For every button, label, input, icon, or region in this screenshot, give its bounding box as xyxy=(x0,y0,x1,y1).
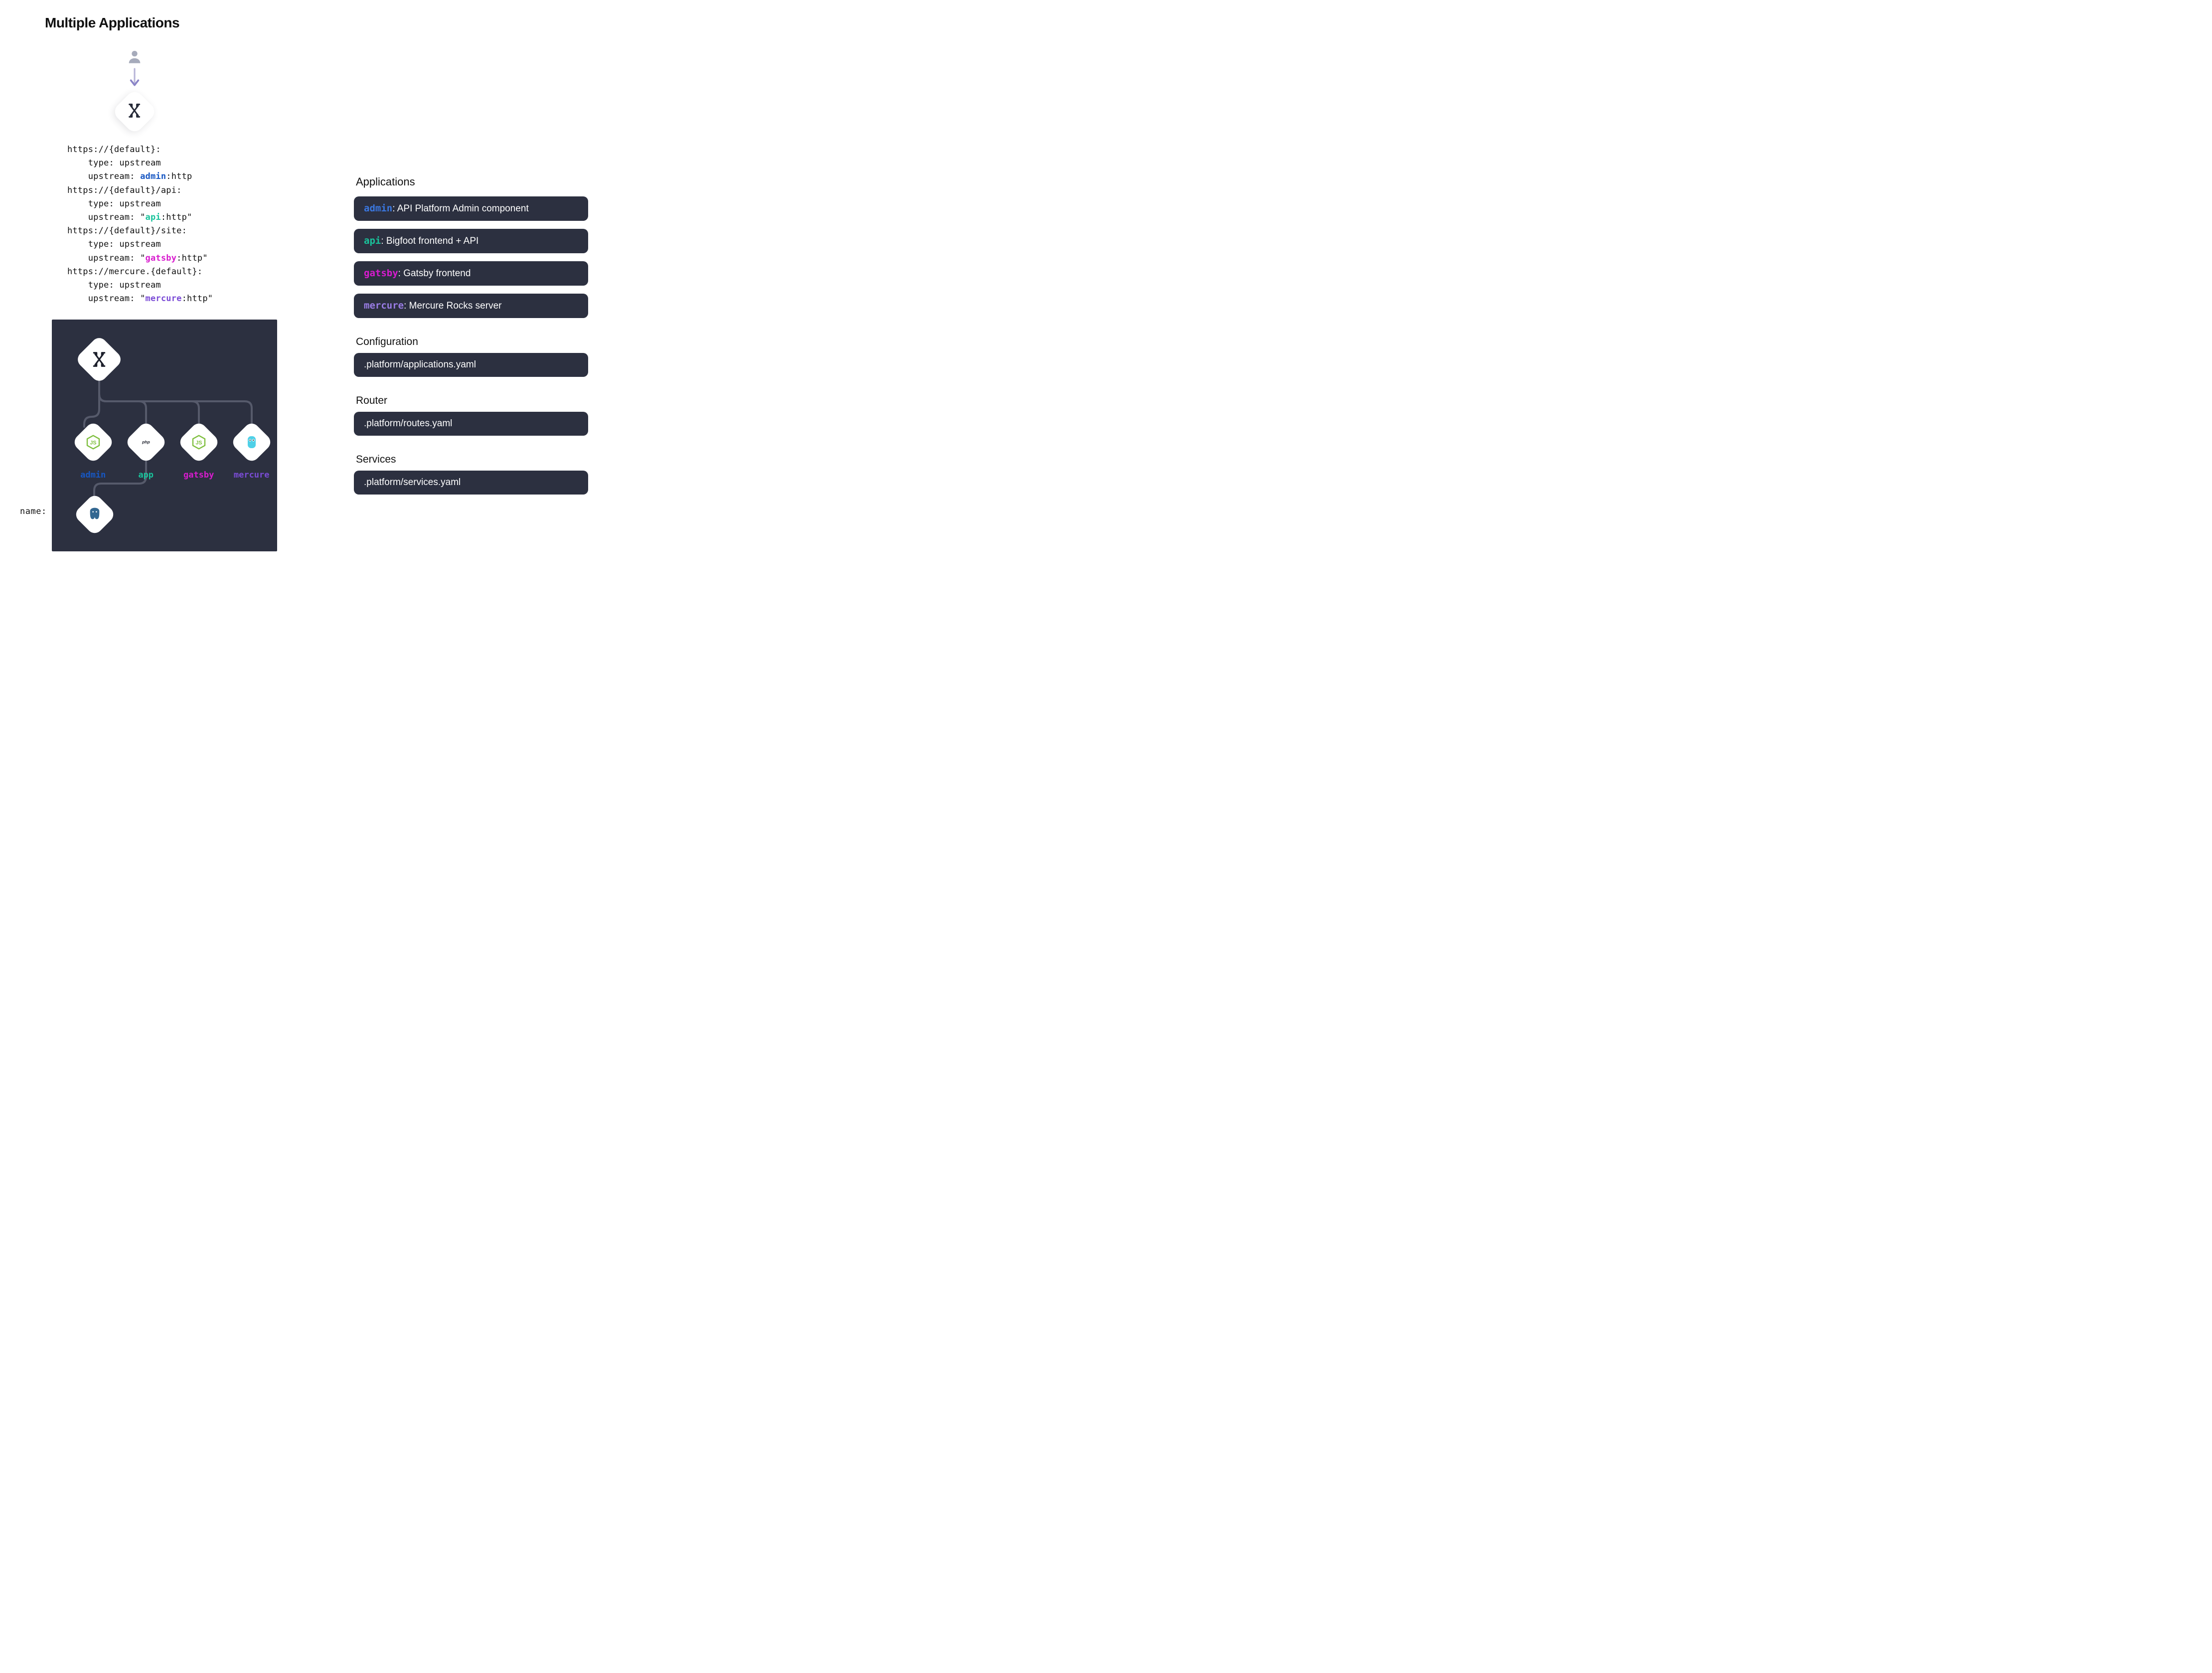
nodejs-icon: JS xyxy=(85,434,101,450)
right-column: Applications admin: API Platform Admin c… xyxy=(354,48,588,551)
svg-text:JS: JS xyxy=(195,440,202,446)
name-column-label: name: xyxy=(20,354,47,516)
app-card-gatsby: gatsby: Gatsby frontend xyxy=(354,261,588,286)
configuration-file: .platform/applications.yaml xyxy=(354,353,588,377)
services-heading: Services xyxy=(356,454,588,466)
user-icon xyxy=(126,48,143,68)
postgresql-icon xyxy=(87,506,103,522)
topology-label-admin: admin xyxy=(71,470,116,480)
routes-yaml-snippet: https://{default}: type: upstream upstre… xyxy=(67,143,289,306)
app-card-api: api: Bigfoot frontend + API xyxy=(354,229,588,253)
left-column: https://{default}: type: upstream upstre… xyxy=(20,48,289,551)
topology-label-mercure: mercure xyxy=(229,470,274,480)
router-icon xyxy=(111,88,158,135)
topology-label-app: app xyxy=(124,470,168,480)
nodejs-icon: JS xyxy=(191,434,207,450)
applications-heading: Applications xyxy=(356,175,588,188)
configuration-heading: Configuration xyxy=(356,336,588,348)
php-icon: php xyxy=(138,434,154,450)
app-card-mercure: mercure: Mercure Rocks server xyxy=(354,294,588,318)
svg-text:php: php xyxy=(142,440,150,445)
arrow-down-icon xyxy=(128,68,141,91)
router-heading: Router xyxy=(356,395,588,407)
request-flow-stack xyxy=(105,48,164,128)
page-title: Multiple Applications xyxy=(20,15,598,31)
go-gopher-icon xyxy=(244,434,260,450)
topology-diagram: JS php JS xyxy=(52,320,277,551)
svg-text:JS: JS xyxy=(90,440,96,446)
services-file: .platform/services.yaml xyxy=(354,471,588,495)
topology-label-gatsby: gatsby xyxy=(176,470,221,480)
router-file: .platform/routes.yaml xyxy=(354,412,588,436)
router-icon xyxy=(91,351,107,367)
app-card-admin: admin: API Platform Admin component xyxy=(354,196,588,221)
